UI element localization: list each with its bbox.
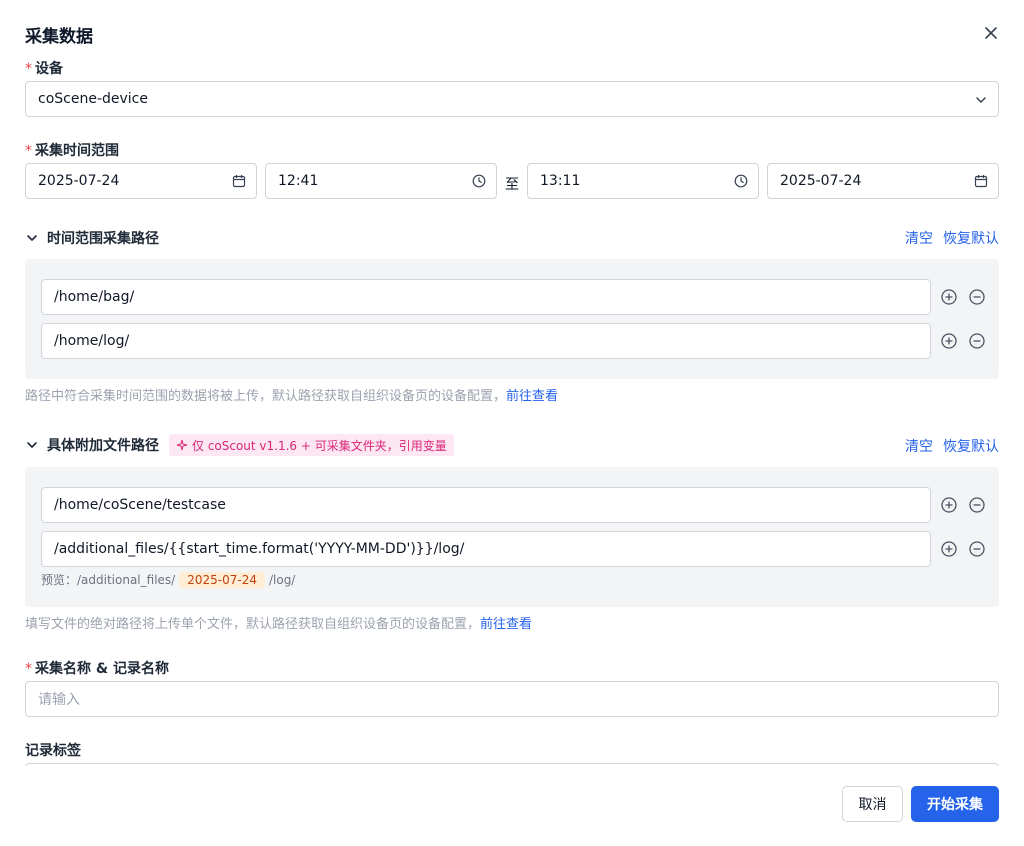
add-circle-icon[interactable] [940,288,958,306]
clock-icon [472,174,486,188]
extra-paths-view-link[interactable]: 前往查看 [480,617,532,632]
end-date-picker[interactable]: 2025-07-24 [767,163,999,199]
time-paths-title: 时间范围采集路径 [47,231,159,247]
remove-circle-icon[interactable] [968,288,986,306]
add-circle-icon[interactable] [940,332,958,350]
remove-circle-icon[interactable] [968,496,986,514]
preview-date-badge: 2025-07-24 [179,571,265,588]
range-separator: 至 [505,177,519,193]
extra-paths-restore-link[interactable]: 恢复默认 [943,439,999,455]
extra-paths-title: 具体附加文件路径 [47,438,159,454]
time-range-label: * 采集时间范围 [25,143,119,159]
calendar-icon [974,175,988,188]
time-path-input[interactable]: /home/log/ [41,323,931,359]
calendar-icon [232,175,246,188]
remove-circle-icon[interactable] [968,332,986,350]
record-name-label: * 采集名称 & 记录名称 [25,661,169,677]
record-name-input[interactable]: 请输入 [25,681,999,717]
extra-paths-actions: 清空 恢复默认 [895,436,999,456]
chevron-down-icon [27,235,37,241]
clock-icon [734,174,748,188]
start-date-picker[interactable]: 2025-07-24 [25,163,257,199]
device-label: * 设备 [25,61,63,77]
chevron-down-icon [976,97,986,103]
time-paths-actions: 清空 恢复默认 [895,228,999,248]
time-paths-toggle[interactable]: 时间范围采集路径 [25,228,159,248]
chevron-down-icon [27,442,37,448]
sparkle-icon [176,439,188,451]
end-time-picker[interactable]: 13:11 [527,163,759,199]
add-circle-icon[interactable] [940,496,958,514]
path-preview: 预览：/additional_files/ 2025-07-24 /log/ [41,571,296,588]
collect-data-dialog: 采集数据 * 设备 coScene-device * 采集时间范围 2025-07-… [0,0,1024,846]
dialog-body: * 设备 coScene-device * 采集时间范围 2025-07-24 12… [0,56,1024,766]
extra-paths-clear-link[interactable]: 清空 [905,439,933,455]
close-icon[interactable] [982,24,1000,42]
record-tags-label: 记录标签 [25,743,81,759]
extra-paths-toggle[interactable]: 具体附加文件路径 仅 coScout v1.1.6 + 可采集文件夹，引用变量 [25,434,454,456]
extra-paths-hint: 填写文件的绝对路径将上传单个文件，默认路径获取自组织设备页的设备配置，前往查看 [25,617,533,632]
start-time-picker[interactable]: 12:41 [265,163,497,199]
device-select[interactable]: coScene-device [25,81,999,117]
extra-path-input[interactable]: /home/coScene/testcase [41,487,931,523]
version-tag: 仅 coScout v1.1.6 + 可采集文件夹，引用变量 [169,434,454,456]
remove-circle-icon[interactable] [968,540,986,558]
start-collect-button[interactable]: 开始采集 [911,786,999,822]
cancel-button[interactable]: 取消 [842,786,903,822]
time-paths-view-link[interactable]: 前往查看 [506,389,558,404]
time-paths-hint: 路径中符合采集时间范围的数据将被上传，默认路径获取自组织设备页的设备配置，前往查… [25,389,559,404]
dialog-title: 采集数据 [25,27,93,47]
time-paths-panel: /home/bag/ /home/log/ [25,259,999,379]
time-paths-clear-link[interactable]: 清空 [905,231,933,247]
add-circle-icon[interactable] [940,540,958,558]
extra-path-input[interactable]: /additional_files/{{start_time.format('Y… [41,531,931,567]
dialog-footer: 取消 开始采集 [0,766,1024,846]
time-paths-restore-link[interactable]: 恢复默认 [943,231,999,247]
extra-paths-panel: /home/coScene/testcase /additional_files… [25,467,999,607]
time-path-input[interactable]: /home/bag/ [41,279,931,315]
